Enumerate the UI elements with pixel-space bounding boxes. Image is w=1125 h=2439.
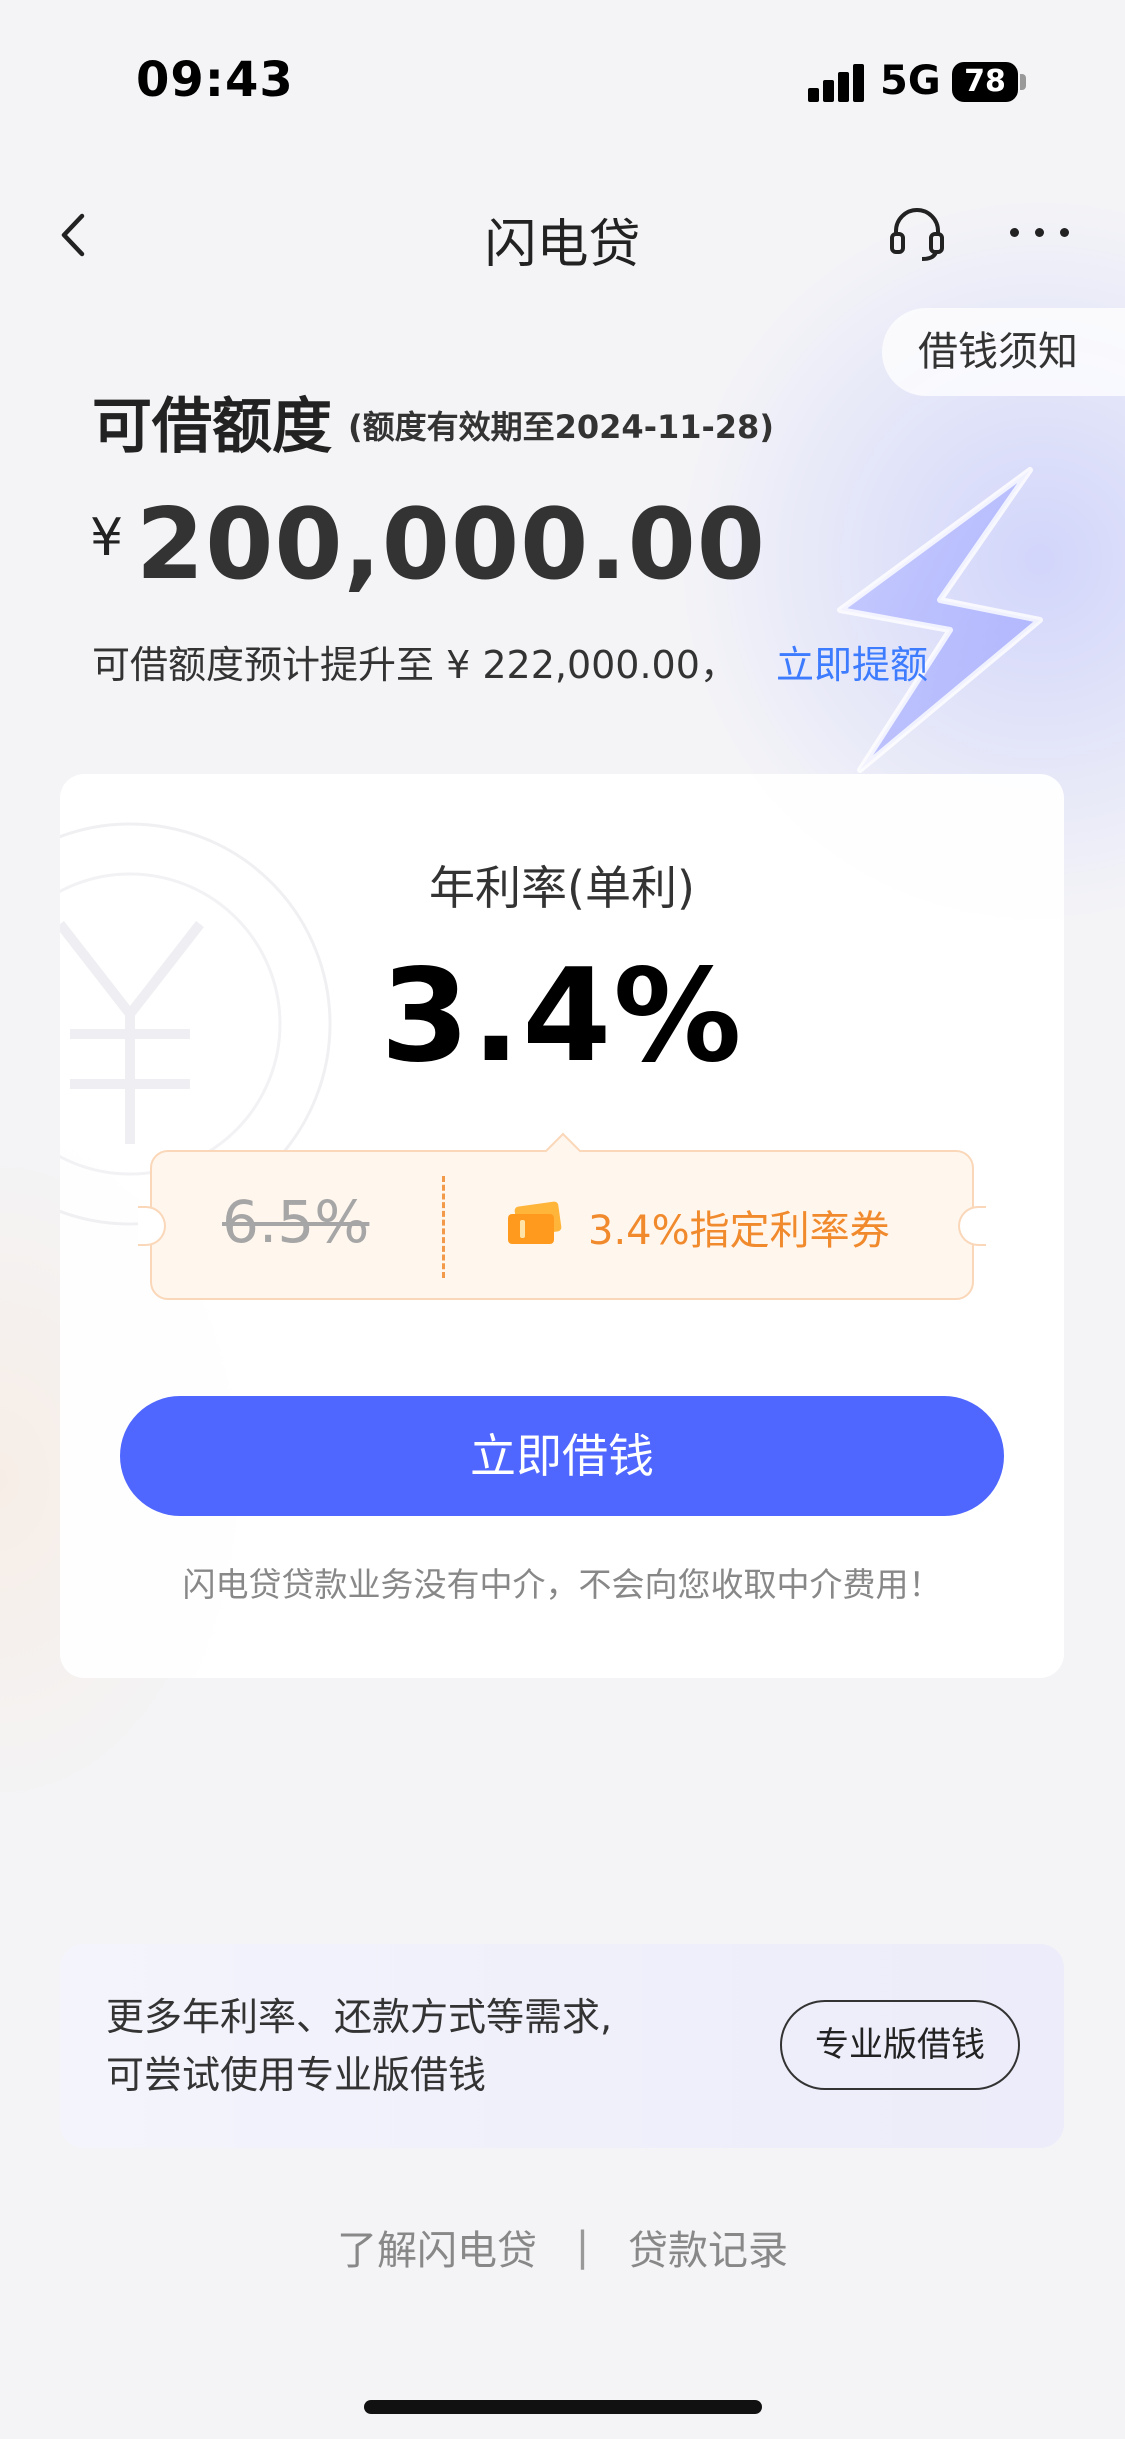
coupon-hole-left	[138, 1206, 166, 1246]
raise-limit-text: 可借额度预计提升至 ¥ 222,000.00，	[92, 643, 738, 687]
ticket-icon	[508, 1201, 562, 1244]
currency-symbol: ¥	[90, 508, 124, 568]
original-rate: 6.5%	[222, 1188, 370, 1256]
headset-icon[interactable]	[888, 204, 946, 262]
more-dots-icon[interactable]	[1010, 228, 1072, 240]
rate-label: 年利率(单利)	[429, 861, 695, 915]
coupon-notch	[544, 1132, 582, 1170]
footer-separator: |	[575, 2224, 590, 2270]
raise-limit-link[interactable]: 立即提额	[776, 634, 928, 689]
home-indicator[interactable]	[364, 2400, 762, 2414]
battery-cap	[1020, 74, 1026, 90]
credit-validity: (额度有效期至2024-11-28)	[348, 408, 774, 446]
pro-description: 更多年利率、还款方式等需求, 可尝试使用专业版借钱	[106, 1988, 612, 2104]
credit-label: 可借额度	[92, 392, 332, 462]
coupon-hole-right	[958, 1206, 986, 1246]
borrow-notice-button[interactable]: 借钱须知	[882, 308, 1125, 396]
disclaimer-text: 闪电贷贷款业务没有中介，不会向您收取中介费用！	[182, 1565, 942, 1604]
status-time: 09:43	[136, 52, 294, 108]
loan-records-link[interactable]: 贷款记录	[628, 2218, 788, 2276]
about-link[interactable]: 了解闪电贷	[337, 2218, 537, 2276]
lightning-icon	[837, 467, 1043, 773]
pro-version-card: 更多年利率、还款方式等需求, 可尝试使用专业版借钱 专业版借钱	[60, 1944, 1064, 2148]
rate-coupon[interactable]: 6.5% 3.4%指定利率券	[138, 1132, 986, 1300]
nav-bar: 闪电贷	[0, 190, 1125, 280]
footer-links: 了解闪电贷 | 贷款记录	[0, 2218, 1125, 2276]
pro-description-line2: 可尝试使用专业版借钱	[106, 2053, 487, 2097]
credit-amount: 200,000.00	[136, 488, 766, 602]
borrow-now-button[interactable]: 立即借钱	[120, 1396, 1004, 1516]
pro-borrow-button[interactable]: 专业版借钱	[780, 2000, 1020, 2090]
rate-card: 年利率(单利) 3.4% 6.5% 3.4%指定利率券 立即借钱 闪电贷贷款业务…	[60, 774, 1064, 1678]
page-title: 闪电贷	[484, 215, 641, 275]
status-bar: 09:43 5G 78	[0, 0, 1125, 150]
network-type: 5G	[880, 58, 941, 104]
coupon-text: 3.4%指定利率券	[588, 1208, 890, 1254]
rate-value: 3.4%	[380, 942, 744, 1091]
coupon-divider	[442, 1176, 445, 1278]
battery-icon: 78	[952, 62, 1018, 102]
signal-icon	[808, 62, 868, 102]
pro-description-line1: 更多年利率、还款方式等需求,	[106, 1995, 613, 2039]
